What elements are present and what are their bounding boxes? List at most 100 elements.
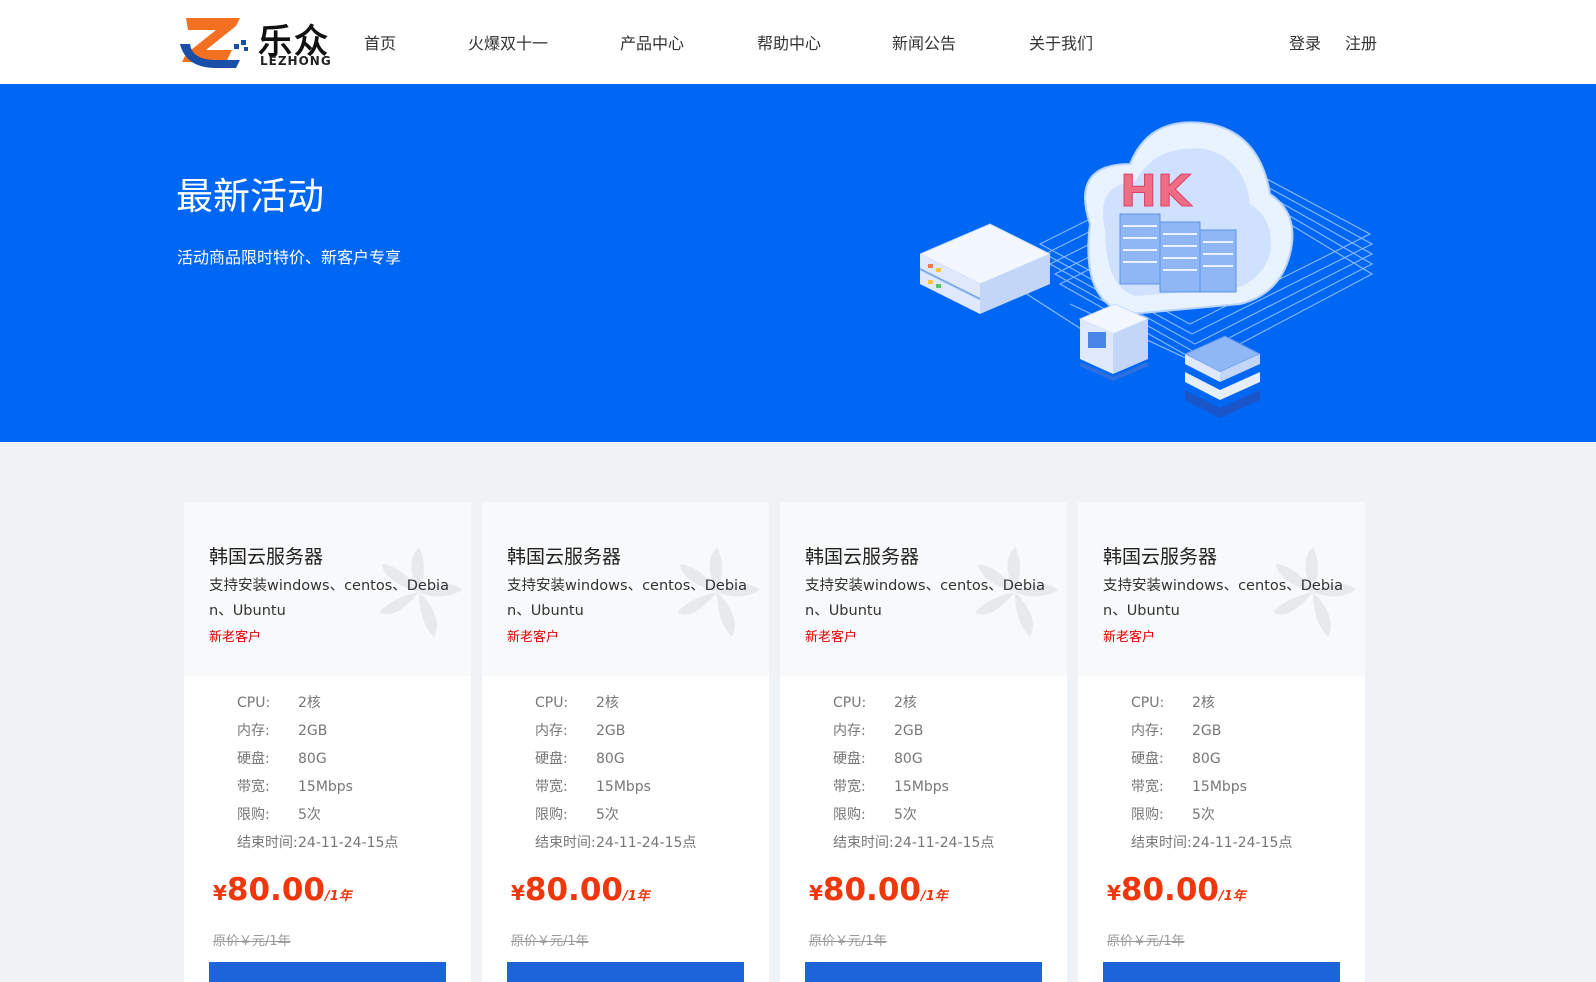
card-description: 支持安装windows、centos、Debian、Ubuntu (1103, 578, 1343, 619)
currency-symbol: ¥ (809, 881, 823, 905)
price: ¥80.00/1年 (1107, 872, 1246, 908)
customer-tag: 新老客户 (1103, 630, 1156, 645)
spec-label: 内存: (833, 723, 866, 739)
card-header: 韩国云服务器 支持安装windows、centos、Debian、Ubuntu … (482, 502, 769, 676)
spec-label: CPU: (237, 695, 271, 711)
spec-value: 24-11-24-15点 (298, 835, 399, 851)
nav-item-double-eleven[interactable]: 火爆双十一 (468, 30, 548, 54)
price-amount: 80.00 (822, 872, 921, 908)
card-header: 韩国云服务器 支持安装windows、centos、Debian、Ubuntu … (1078, 502, 1365, 676)
spec-value: 2GB (298, 723, 328, 739)
product-card: 韩国云服务器 支持安装windows、centos、Debian、Ubuntu … (482, 502, 769, 982)
nav-item-products[interactable]: 产品中心 (620, 30, 684, 54)
spec-value: 2核 (894, 695, 917, 711)
hk-label: HK (1120, 166, 1193, 217)
buy-button[interactable] (805, 962, 1042, 982)
spec-label: 硬盘: (535, 751, 568, 767)
logo-english-text: LEZHONG (260, 54, 332, 68)
nav-item-home[interactable]: 首页 (364, 30, 396, 54)
site-logo[interactable]: 乐众 LEZHONG (176, 12, 336, 72)
spec-value: 5次 (894, 807, 917, 823)
buy-button[interactable] (507, 962, 744, 982)
buy-button[interactable] (209, 962, 446, 982)
spec-label: 限购: (535, 807, 568, 823)
hero-banner: 最新活动 活动商品限时特价、新客户专享 HK (0, 84, 1596, 442)
card-description: 支持安装windows、centos、Debian、Ubuntu (507, 578, 747, 619)
spec-value: 5次 (298, 807, 321, 823)
spec-value: 2核 (596, 695, 619, 711)
hero-subtitle: 活动商品限时特价、新客户专享 (177, 248, 402, 267)
price-period: /1年 (920, 889, 948, 904)
currency-symbol: ¥ (511, 881, 525, 905)
spec-label: CPU: (1131, 695, 1165, 711)
card-title: 韩国云服务器 (507, 546, 622, 568)
customer-tag: 新老客户 (805, 630, 858, 645)
spec-value: 2GB (1192, 723, 1222, 739)
price: ¥80.00/1年 (511, 872, 650, 908)
spec-value: 80G (894, 751, 923, 767)
original-price: 原价￥元/1年 (511, 934, 589, 949)
spec-label: 带宽: (1131, 779, 1164, 795)
spec-label: 结束时间: (535, 835, 596, 851)
card-title: 韩国云服务器 (805, 546, 920, 568)
buy-button[interactable] (1103, 962, 1340, 982)
nav-item-about[interactable]: 关于我们 (1029, 30, 1093, 54)
price-amount: 80.00 (226, 872, 325, 908)
original-price: 原价￥元/1年 (809, 934, 887, 949)
spec-value: 2GB (894, 723, 924, 739)
spec-label: 带宽: (535, 779, 568, 795)
spec-label: 带宽: (237, 779, 270, 795)
customer-tag: 新老客户 (507, 630, 560, 645)
login-link[interactable]: 登录 (1289, 30, 1321, 54)
customer-tag: 新老客户 (209, 630, 262, 645)
hk-cloud-server-illustration: HK (920, 121, 1374, 418)
original-price: 原价￥元/1年 (213, 934, 291, 949)
card-title: 韩国云服务器 (209, 546, 324, 568)
price-amount: 80.00 (1120, 872, 1219, 908)
spec-value: 5次 (1192, 807, 1215, 823)
spec-value: 15Mbps (1192, 779, 1247, 795)
spec-label: 限购: (237, 807, 270, 823)
price: ¥80.00/1年 (213, 872, 352, 908)
spec-value: 2GB (596, 723, 626, 739)
nav-item-help[interactable]: 帮助中心 (757, 30, 821, 54)
price-period: /1年 (1218, 889, 1246, 904)
spec-value: 5次 (596, 807, 619, 823)
spec-label: 结束时间: (833, 835, 894, 851)
spec-label: CPU: (535, 695, 569, 711)
spec-label: 硬盘: (1131, 751, 1164, 767)
hero-title: 最新活动 (176, 175, 324, 218)
spec-label: 内存: (535, 723, 568, 739)
spec-label: 带宽: (833, 779, 866, 795)
spec-value: 80G (1192, 751, 1221, 767)
currency-symbol: ¥ (213, 881, 227, 905)
spec-value: 24-11-24-15点 (596, 835, 697, 851)
lezhong-logo-icon (180, 18, 248, 68)
price-period: /1年 (324, 889, 352, 904)
spec-value: 80G (596, 751, 625, 767)
card-header: 韩国云服务器 支持安装windows、centos、Debian、Ubuntu … (780, 502, 1067, 676)
spec-value: 24-11-24-15点 (894, 835, 995, 851)
original-price: 原价￥元/1年 (1107, 934, 1185, 949)
register-link[interactable]: 注册 (1345, 30, 1377, 54)
card-description: 支持安装windows、centos、Debian、Ubuntu (209, 578, 449, 619)
price-period: /1年 (622, 889, 650, 904)
price-amount: 80.00 (524, 872, 623, 908)
spec-label: 内存: (1131, 723, 1164, 739)
card-title: 韩国云服务器 (1103, 546, 1218, 568)
spec-value: 15Mbps (298, 779, 353, 795)
product-card: 韩国云服务器 支持安装windows、centos、Debian、Ubuntu … (1078, 502, 1365, 982)
spec-value: 15Mbps (596, 779, 651, 795)
spec-value: 80G (298, 751, 327, 767)
spec-value: 24-11-24-15点 (1192, 835, 1293, 851)
spec-label: 结束时间: (237, 835, 298, 851)
price: ¥80.00/1年 (809, 872, 948, 908)
nav-item-news[interactable]: 新闻公告 (892, 30, 956, 54)
spec-value: 2核 (298, 695, 321, 711)
spec-label: 内存: (237, 723, 270, 739)
currency-symbol: ¥ (1107, 881, 1121, 905)
spec-label: CPU: (833, 695, 867, 711)
spec-value: 15Mbps (894, 779, 949, 795)
card-header: 韩国云服务器 支持安装windows、centos、Debian、Ubuntu … (184, 502, 471, 676)
spec-label: 硬盘: (833, 751, 866, 767)
